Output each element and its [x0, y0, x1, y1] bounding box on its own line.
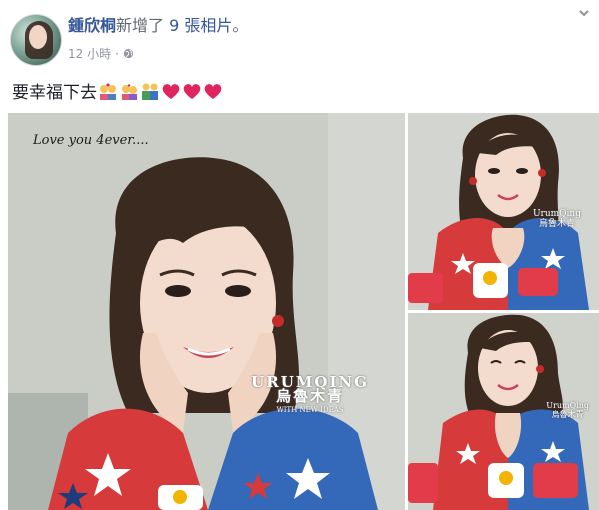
watermark-thumbnail-2: UrumQing 烏魯木青: [546, 401, 589, 419]
post-timestamp-link[interactable]: 12 小時: [68, 45, 111, 62]
kiss-icon: [122, 83, 137, 100]
photo-thumbnail-1[interactable]: UrumQing 烏魯木青: [408, 113, 599, 310]
post-caption: 要幸福下去: [12, 78, 223, 103]
watermark-main: URUMQING 烏魯木青 WITH NEW IDEAS: [251, 375, 369, 417]
meta-separator: ·: [115, 46, 119, 61]
couple-icon: [142, 83, 158, 100]
post-action-text: 新增了: [116, 16, 165, 35]
couple-with-heart-icon: [100, 82, 116, 100]
photo-main-image: [8, 113, 405, 510]
watermark-latin: UrumQing: [546, 401, 589, 410]
photo-count-link[interactable]: 9 張相片: [169, 16, 232, 35]
photo-main[interactable]: Love you 4ever.... URUMQING 烏魯木青 WITH NE…: [8, 113, 405, 510]
watermark-latin: UrumQing: [532, 209, 581, 219]
watermark-chinese: 烏魯木青: [538, 219, 575, 229]
heart-icon: [204, 83, 222, 99]
caption-text: 要幸福下去: [12, 83, 97, 103]
watermark-chinese: 烏魯木青: [551, 410, 584, 419]
post-header: 鍾欣桐新增了 9 張相片。: [68, 16, 248, 36]
post-action-suffix: 。: [232, 16, 249, 35]
options-chevron-icon[interactable]: [577, 6, 591, 20]
globe-icon[interactable]: [123, 48, 134, 59]
facebook-post: 鍾欣桐新增了 9 張相片。 12 小時 · 要幸福下去 Love you 4ev…: [0, 0, 599, 510]
watermark-thumbnail-1: UrumQing 烏魯木青: [533, 209, 581, 229]
photo-thumbnail-2[interactable]: UrumQing 烏魯木青: [408, 313, 599, 510]
profile-avatar[interactable]: [10, 14, 62, 66]
heart-icon: [162, 83, 180, 99]
watermark-chinese: 烏魯木青: [276, 387, 345, 405]
post-meta: 12 小時 ·: [68, 45, 134, 62]
author-name-link[interactable]: 鍾欣桐: [68, 16, 116, 35]
avatar-face: [29, 25, 47, 49]
handwriting-text: Love you 4ever....: [33, 133, 149, 148]
watermark-tagline: WITH NEW IDEAS: [276, 406, 344, 414]
heart-icon: [183, 83, 201, 99]
